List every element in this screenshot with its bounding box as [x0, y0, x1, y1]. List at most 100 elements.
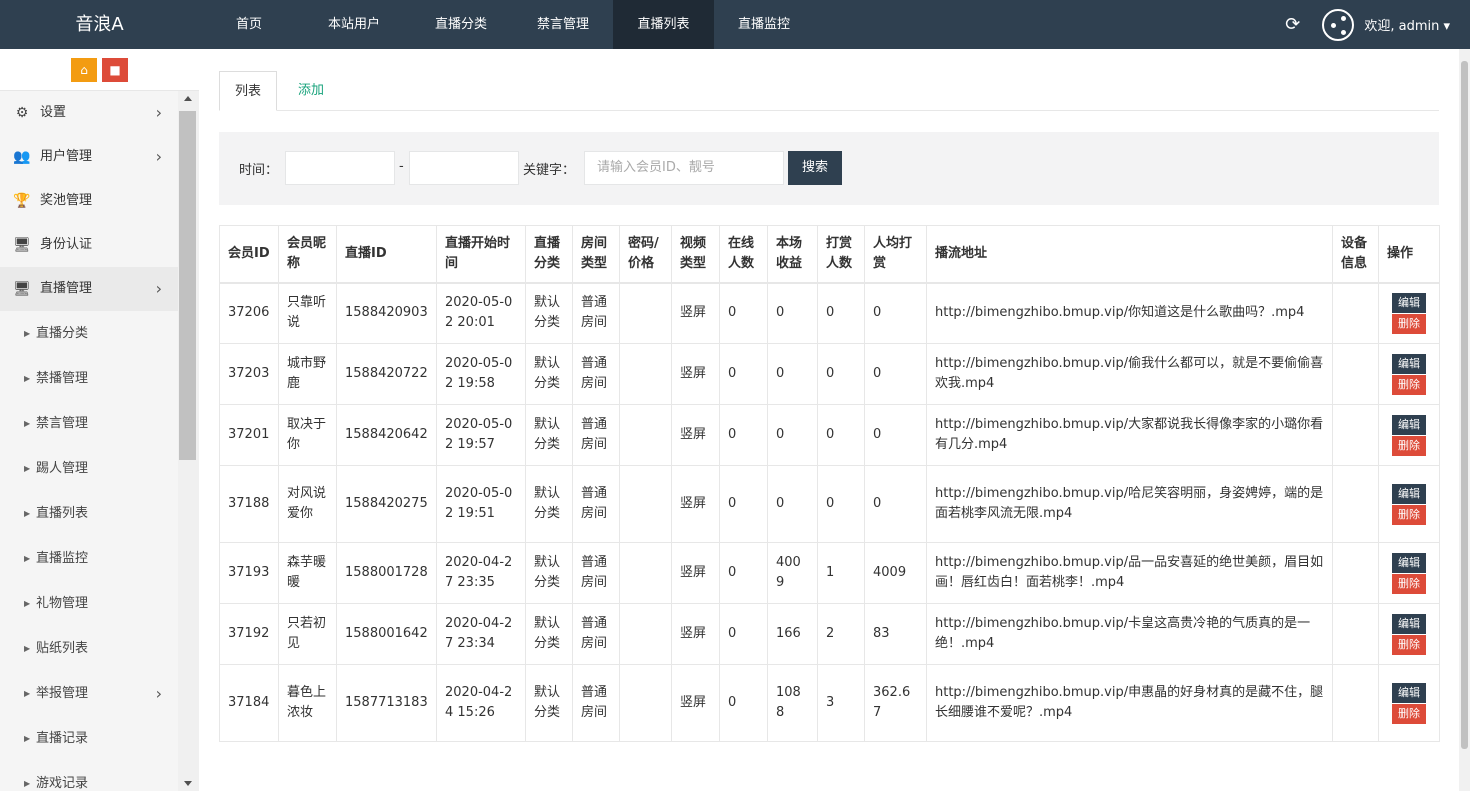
nav-item[interactable]: 禁言管理: [513, 0, 613, 49]
cell-url: http://bimengzhibo.bmup.vip/偷我什么都可以，就是不要…: [926, 343, 1333, 405]
cell-device: [1332, 542, 1379, 604]
sidebar-subitem[interactable]: ▶ 踢人管理: [0, 446, 178, 491]
delete-button[interactable]: 删除: [1392, 703, 1426, 724]
cell-room: 普通房间: [572, 542, 620, 604]
scrollbar-thumb[interactable]: [179, 111, 196, 460]
edit-button[interactable]: 编辑: [1392, 613, 1426, 634]
cell-nick: 暮色上浓妆: [278, 664, 337, 742]
table-row: 37184 暮色上浓妆 1587713183 2020-04-24 15:26 默认分类…: [219, 664, 1440, 742]
caret-right-icon: ▶: [24, 509, 31, 518]
table-row: 37206 只靠听说 1588420903 2020-05-02 20:01 默认分类普…: [219, 282, 1440, 344]
edit-button[interactable]: 编辑: [1392, 483, 1426, 504]
menu-icon: ⚙: [15, 105, 29, 121]
nav-item[interactable]: 直播列表: [613, 0, 714, 49]
top-right-area: ⟳ 欢迎, admin ▾: [1285, 0, 1470, 49]
sidebar-item-label: 禁言管理: [36, 416, 89, 431]
column-header: 播流地址: [926, 225, 1333, 284]
sidebar-subitem[interactable]: ▶ 直播监控: [0, 536, 178, 581]
sidebar-menu-item[interactable]: 👥 用户管理 ›: [0, 135, 178, 179]
end-time-input[interactable]: [409, 151, 519, 185]
delete-button[interactable]: 删除: [1392, 573, 1426, 594]
cell-live-id: 1588420642: [336, 404, 437, 466]
sidebar-subitem[interactable]: ▶ 举报管理 ›: [0, 671, 178, 716]
sidebar-subitem[interactable]: ▶ 禁言管理: [0, 401, 178, 446]
chevron-right-icon: ›: [155, 279, 162, 298]
scroll-up-icon[interactable]: [184, 96, 192, 101]
sidebar-subitem[interactable]: ▶ 直播记录: [0, 716, 178, 761]
sidebar-menu-item[interactable]: 🖥 身份认证: [0, 223, 178, 267]
cell-tippers: 0: [817, 343, 865, 405]
sidebar-subitem[interactable]: ▶ 直播列表: [0, 491, 178, 536]
cell-video: 竖屏: [671, 603, 720, 665]
trash-icon: ■: [109, 62, 121, 77]
home-button[interactable]: ⌂: [71, 57, 97, 82]
nav-item[interactable]: 直播监控: [714, 0, 814, 49]
nav-item[interactable]: 直播分类: [409, 0, 513, 49]
sidebar-subitem[interactable]: ▶ 游戏记录: [0, 761, 178, 791]
avatar[interactable]: [1322, 8, 1355, 41]
nav-item[interactable]: 首页: [199, 0, 299, 49]
delete-button[interactable]: 删除: [1392, 313, 1426, 334]
delete-button[interactable]: 删除: [1392, 504, 1426, 525]
edit-button[interactable]: 编辑: [1392, 353, 1426, 374]
cell-avg: 83: [864, 603, 927, 665]
delete-button[interactable]: 删除: [1392, 435, 1426, 456]
sidebar-item-label: 贴纸列表: [36, 641, 89, 656]
clear-cache-button[interactable]: ■: [102, 57, 128, 82]
page-scrollbar[interactable]: [1459, 49, 1470, 791]
cell-tippers: 1: [817, 542, 865, 604]
tab-add[interactable]: 添加: [283, 71, 339, 111]
cell-uid: 37193: [219, 542, 279, 604]
cell-start: 2020-05-02 19:58: [436, 343, 526, 405]
cell-url: http://bimengzhibo.bmup.vip/你知道这是什么歌曲吗？.…: [926, 282, 1333, 344]
cell-video: 竖屏: [671, 664, 720, 742]
cell-nick: 对风说爱你: [278, 465, 337, 543]
scroll-down-icon[interactable]: [184, 781, 192, 786]
sidebar-subitem[interactable]: ▶ 礼物管理: [0, 581, 178, 626]
edit-button[interactable]: 编辑: [1392, 414, 1426, 435]
tab-list[interactable]: 列表: [219, 71, 278, 111]
sidebar-menu-item[interactable]: 🏆 奖池管理: [0, 179, 178, 223]
edit-button[interactable]: 编辑: [1392, 292, 1426, 313]
cell-nick: 城市野鹿: [278, 343, 337, 405]
table-row: 37192 只若初见 1588001642 2020-04-27 23:34 默认分类普…: [219, 603, 1440, 665]
refresh-icon[interactable]: ⟳: [1285, 14, 1300, 35]
delete-button[interactable]: 删除: [1392, 374, 1426, 395]
cell-nick: 取决于你: [278, 404, 337, 466]
cell-online: 0: [719, 404, 768, 466]
sidebar-item-label: 设置: [40, 105, 67, 120]
cell-avg: 0: [864, 404, 927, 466]
cell-nick: 只若初见: [278, 603, 337, 665]
edit-button[interactable]: 编辑: [1392, 682, 1426, 703]
sidebar-subitem[interactable]: ▶ 直播分类: [0, 311, 178, 356]
cell-actions: 编辑 删除: [1378, 282, 1440, 344]
sidebar-item-label: 用户管理: [40, 149, 93, 164]
column-header: 设备信息: [1332, 225, 1379, 284]
cell-url: http://bimengzhibo.bmup.vip/卡皇这高贵冷艳的气质真的…: [926, 603, 1333, 665]
brand-logo[interactable]: 音浪A: [0, 0, 199, 49]
sidebar-menu-item[interactable]: ⚙ 设置 ›: [0, 91, 178, 135]
cell-nick: 只靠听说: [278, 282, 337, 344]
page-scrollbar-thumb[interactable]: [1461, 61, 1468, 749]
delete-button[interactable]: 删除: [1392, 634, 1426, 655]
main-content: 列表 添加 时间： - 关键字： 请输入会员ID、靓号 搜索 会员ID 会员昵称直…: [199, 49, 1459, 791]
nav-item[interactable]: 本站用户: [299, 0, 409, 49]
sidebar-menu-item[interactable]: 🖥 直播管理 ›: [0, 267, 178, 311]
keyword-input[interactable]: 请输入会员ID、靓号: [584, 151, 784, 185]
cell-online: 0: [719, 664, 768, 742]
user-menu[interactable]: 欢迎, admin ▾: [1364, 15, 1450, 34]
time-dash: -: [399, 159, 404, 174]
sidebar-subitem[interactable]: ▶ 贴纸列表: [0, 626, 178, 671]
sidebar-subitem[interactable]: ▶ 禁播管理: [0, 356, 178, 401]
cell-online: 0: [719, 603, 768, 665]
start-time-input[interactable]: [285, 151, 395, 185]
caret-right-icon: ▶: [24, 464, 31, 473]
cell-actions: 编辑 删除: [1378, 343, 1440, 405]
cell-pwd: [619, 404, 672, 466]
cell-live-id: 1588420903: [336, 282, 437, 344]
sidebar-scrollbar[interactable]: [178, 91, 199, 791]
cell-avg: 0: [864, 343, 927, 405]
cell-avg: 0: [864, 465, 927, 543]
edit-button[interactable]: 编辑: [1392, 552, 1426, 573]
search-button[interactable]: 搜索: [788, 151, 842, 185]
